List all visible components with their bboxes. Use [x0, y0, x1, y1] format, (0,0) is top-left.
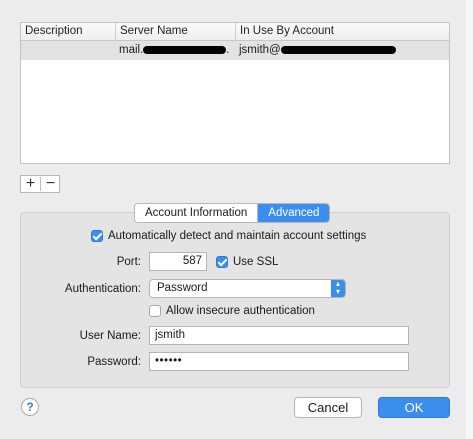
tab-advanced[interactable]: Advanced [258, 204, 330, 222]
tab-account-information[interactable]: Account Information [135, 204, 259, 222]
user-name-label: User Name: [79, 330, 141, 342]
table-header: Description Server Name In Use By Accoun… [21, 23, 449, 41]
column-header-server-name[interactable]: Server Name [115, 23, 235, 40]
password-field[interactable]: •••••• [149, 352, 409, 371]
column-header-description[interactable]: Description [21, 23, 115, 40]
tab-bar: Account Information Advanced [134, 203, 331, 223]
redaction-mark [143, 45, 227, 54]
authentication-select[interactable]: Password ▴ ▾ [149, 279, 346, 298]
cancel-button[interactable]: Cancel [294, 397, 362, 418]
password-label: Password: [87, 356, 141, 368]
user-name-field[interactable]: jsmith [149, 326, 409, 345]
server-name-prefix: mail. [119, 44, 144, 56]
add-server-button[interactable]: + [21, 176, 40, 192]
account-prefix: jsmith@ [239, 44, 281, 56]
authentication-label: Authentication: [64, 283, 141, 295]
remove-server-button[interactable]: − [41, 176, 60, 192]
port-field[interactable]: 587 [149, 252, 207, 271]
redaction-mark [280, 45, 396, 54]
ok-button[interactable]: OK [378, 397, 450, 418]
column-header-in-use-by-account[interactable]: In Use By Account [235, 23, 449, 40]
auto-detect-label: Automatically detect and maintain accoun… [108, 230, 367, 242]
cell-description [21, 41, 115, 60]
use-ssl-checkbox[interactable] [216, 256, 228, 268]
allow-insecure-label: Allow insecure authentication [166, 305, 315, 317]
port-label: Port: [116, 256, 141, 268]
table-row[interactable]: mail.. jsmith@ [21, 41, 449, 60]
add-remove-control: + − [20, 175, 60, 193]
cell-server-name: mail.. [115, 41, 239, 60]
up-down-chevron-icon: ▴ ▾ [331, 280, 345, 297]
server-name-suffix: . [226, 44, 230, 56]
use-ssl-label: Use SSL [233, 256, 279, 268]
allow-insecure-checkbox[interactable] [149, 305, 161, 317]
help-button[interactable]: ? [21, 398, 39, 416]
server-table: Description Server Name In Use By Accoun… [20, 22, 450, 164]
window-edge [466, 0, 473, 439]
auto-detect-checkbox[interactable] [91, 230, 103, 242]
authentication-value: Password [157, 282, 208, 294]
cell-account: jsmith@ [235, 41, 449, 60]
